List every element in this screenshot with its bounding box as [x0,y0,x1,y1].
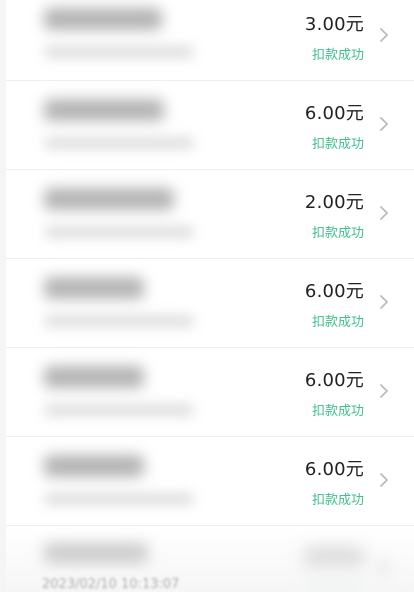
payment-status: 扣款成功 [311,315,364,330]
payment-amount: 3.00元 [304,14,364,35]
payment-status: 扣款成功 [311,404,364,419]
chevron-right-icon [378,204,390,222]
chevron-right-icon [378,382,390,400]
redacted-status [306,582,362,592]
chevron-right-icon [378,560,390,578]
redacted-title [44,188,174,210]
redacted-date [44,404,194,416]
redacted-amount [304,548,364,570]
payment-row[interactable]: 6.00元 扣款成功 [6,348,414,437]
payment-amount: 6.00元 [304,281,364,302]
payment-amount: 6.00元 [304,459,364,480]
chevron-right-icon [378,471,390,489]
redacted-date [44,315,194,327]
payment-amount: 2.00元 [304,192,364,213]
redacted-title [44,455,144,477]
payment-status: 扣款成功 [311,137,364,152]
payment-status: 扣款成功 [311,48,364,63]
redacted-title [44,366,144,388]
redacted-title [44,99,164,121]
payment-row[interactable]: 6.00元 扣款成功 [6,259,414,348]
redacted-date [44,493,194,505]
payment-row[interactable]: 3.00元 扣款成功 [6,0,414,81]
payment-status: 扣款成功 [311,226,364,241]
chevron-right-icon [378,115,390,133]
payment-status: 扣款成功 [311,493,364,508]
payment-list: 3.00元 扣款成功 6.00元 扣款成功 2.00元 扣款成功 6.00元 扣… [6,0,414,592]
redacted-title [44,544,148,566]
payment-row[interactable]: 6.00元 扣款成功 [6,81,414,170]
redacted-title [44,277,144,299]
payment-record-page: 3.00元 扣款成功 6.00元 扣款成功 2.00元 扣款成功 6.00元 扣… [0,0,414,592]
chevron-right-icon [378,26,390,44]
redacted-date [44,137,194,149]
chevron-right-icon [378,293,390,311]
payment-amount: 6.00元 [304,370,364,391]
payment-amount: 6.00元 [304,103,364,124]
redacted-date [44,46,194,58]
payment-timestamp: 2023/02/10 10:13:07 [42,577,180,592]
payment-row[interactable]: 6.00元 扣款成功 [6,437,414,526]
redacted-title [44,8,162,30]
payment-row[interactable]: 2.00元 扣款成功 [6,170,414,259]
redacted-date [44,226,194,238]
